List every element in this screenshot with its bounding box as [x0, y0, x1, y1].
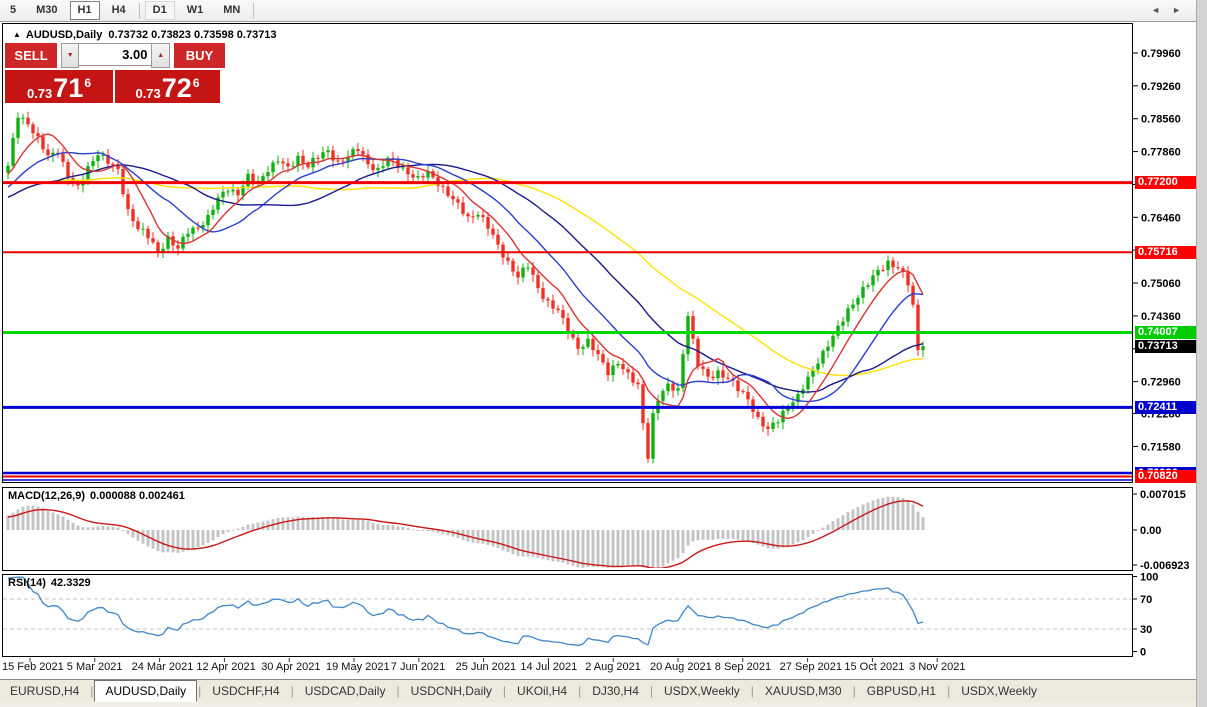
date-label: 2 Aug 2021	[585, 661, 641, 673]
toolbar-separator	[138, 2, 140, 19]
tf-button-MN[interactable]: MN	[215, 1, 248, 20]
y-axis-tick-label: 0.79260	[1141, 81, 1181, 93]
sell-price-display[interactable]: 0.73 71 6	[5, 70, 113, 103]
y-axis-tick-label: 0.76460	[1141, 212, 1181, 224]
macd-axis-label: 0.007015	[1140, 489, 1186, 501]
chart-tab-usdx-weekly[interactable]: USDX,Weekly	[951, 681, 1047, 701]
rsi-axis-label: 0	[1140, 647, 1146, 659]
chart-tab-xauusd-m30[interactable]: XAUUSD,M30	[755, 681, 852, 701]
chart-tab-usdcnh-daily[interactable]: USDCNH,Daily	[401, 681, 502, 701]
price-level-label: 0.74007	[1135, 325, 1196, 339]
timeframe-toolbar: 5 M30 H1 H4 D1 W1 MN	[0, 0, 1196, 22]
y-axis-tick-label: 0.79960	[1141, 48, 1181, 60]
tf-button-5[interactable]: 5	[2, 1, 24, 20]
chart-tab-bar: EURUSD,H4 | AUDUSD,Daily | USDCHF,H4 | USDCAD,…	[0, 679, 1196, 702]
chart-tab-audusd-daily[interactable]: AUDUSD,Daily	[94, 680, 198, 702]
y-axis-tick-label: 0.78560	[1141, 114, 1181, 126]
tab-scroll-arrows[interactable]: ◄►	[1151, 5, 1193, 15]
chart-symbol-label: AUDUSD,Daily	[25, 29, 103, 41]
date-label: 15 Feb 2021	[2, 661, 64, 673]
buy-price-big: 72	[161, 73, 192, 103]
right-gutter	[1196, 0, 1207, 707]
chart-tab-eurusd-h4[interactable]: EURUSD,H4	[0, 681, 89, 701]
date-label: 30 Apr 2021	[261, 661, 321, 673]
buy-price-sup: 6	[192, 76, 200, 90]
volume-increase-button[interactable]: ▲	[151, 43, 170, 68]
tf-button-M30[interactable]: M30	[28, 1, 65, 20]
date-label: 24 Mar 2021	[131, 661, 194, 673]
macd-values: 0.000088 0.002461	[90, 490, 185, 502]
tab-separator: |	[649, 684, 653, 698]
price-level-label: 0.72411	[1135, 400, 1196, 414]
toolbar-separator	[253, 2, 255, 19]
date-label: 8 Sep 2021	[714, 661, 772, 673]
rsi-value: 42.3329	[50, 577, 91, 589]
price-level-label: 0.73713	[1135, 339, 1196, 353]
macd-axis-label: -0.006923	[1140, 560, 1190, 572]
tab-separator: |	[578, 684, 582, 698]
tab-separator: |	[947, 684, 951, 698]
tf-button-H1[interactable]: H1	[69, 1, 100, 20]
chart-ohlc-values: 0.73732 0.73823 0.73598 0.73713	[108, 29, 277, 41]
y-axis-tick-label: 0.74360	[1141, 311, 1181, 323]
macd-header: MACD(12,26,9) 0.000088 0.002461	[8, 490, 185, 502]
collapse-icon[interactable]: ▲	[13, 30, 21, 39]
date-label: 12 Apr 2021	[196, 661, 256, 673]
rsi-header: RSI(14) 42.3329	[8, 577, 91, 589]
price-level-label: 0.75716	[1135, 245, 1196, 259]
macd-axis-label: 0.00	[1140, 525, 1161, 537]
macd-title: MACD(12,26,9)	[8, 490, 86, 502]
chart-tab-gbpusd-h1[interactable]: GBPUSD,H1	[857, 681, 946, 701]
date-label: 25 Jun 2021	[455, 661, 517, 673]
date-label: 15 Oct 2021	[844, 661, 905, 673]
tf-button-H4[interactable]: H4	[104, 1, 134, 20]
tab-separator: |	[852, 684, 856, 698]
tf-button-W1[interactable]: W1	[179, 1, 212, 20]
tab-separator: |	[396, 684, 400, 698]
chart-tab-usdx-weekly[interactable]: USDX,Weekly	[654, 681, 750, 701]
y-axis-tick-label: 0.75060	[1141, 278, 1181, 290]
chart-tab-usdcad-daily[interactable]: USDCAD,Daily	[295, 681, 396, 701]
price-level-label: 0.77200	[1135, 176, 1196, 190]
date-label: 5 Mar 2021	[66, 661, 123, 673]
rsi-axis-label: 70	[1140, 594, 1152, 606]
tab-separator: |	[502, 684, 507, 698]
price-level-label: 0.70820	[1135, 470, 1196, 483]
date-axis: 15 Feb 2021 5 Mar 2021 24 Mar 2021 12 Apr 2…	[0, 659, 1133, 675]
tab-separator: |	[90, 684, 94, 698]
date-label: 27 Sep 2021	[779, 661, 842, 673]
date-label: 20 Aug 2021	[650, 661, 712, 673]
volume-decrease-button[interactable]: ▼	[61, 43, 80, 68]
tab-separator: |	[750, 684, 754, 698]
y-axis-tick-label: 0.71580	[1141, 441, 1181, 453]
chart-header: ▲ AUDUSD,Daily 0.73732 0.73823 0.73598 0.7…	[13, 29, 277, 41]
date-label: 14 Jul 2021	[520, 661, 578, 673]
rsi-panel[interactable]	[2, 574, 1133, 657]
y-axis-tick-label: 0.77860	[1141, 147, 1181, 159]
chart-tab-usdchf-h4[interactable]: USDCHF,H4	[202, 681, 289, 701]
chart-tab-dj30-h4[interactable]: DJ30,H4	[582, 681, 649, 701]
tf-button-D1[interactable]: D1	[144, 1, 175, 20]
sell-price-big: 71	[53, 73, 84, 103]
rsi-axis-label: 100	[1140, 572, 1158, 584]
sell-price-prefix: 0.73	[26, 86, 53, 101]
sell-price-sup: 6	[84, 76, 92, 90]
one-click-trading-widget: SELL ▼ ▲ BUY 0.73 71 6 0.73 72 6	[5, 43, 225, 103]
buy-price-prefix: 0.73	[135, 86, 161, 101]
buy-button[interactable]: BUY	[173, 43, 225, 68]
sell-button[interactable]: SELL	[5, 43, 58, 68]
volume-input[interactable]	[79, 43, 152, 66]
tab-separator: |	[198, 684, 202, 698]
chart-tab-ukoil-h4[interactable]: UKOil,H4	[507, 681, 577, 701]
buy-price-display[interactable]: 0.73 72 6	[115, 70, 220, 103]
date-label: 19 May 2021	[326, 661, 390, 673]
date-label: 7 Jun 2021	[390, 661, 446, 673]
rsi-title: RSI(14)	[8, 577, 46, 589]
date-label: 3 Nov 2021	[909, 661, 966, 673]
y-axis-tick-label: 0.72960	[1141, 377, 1181, 389]
rsi-axis-label: 30	[1140, 624, 1152, 636]
tab-separator: |	[290, 684, 294, 698]
